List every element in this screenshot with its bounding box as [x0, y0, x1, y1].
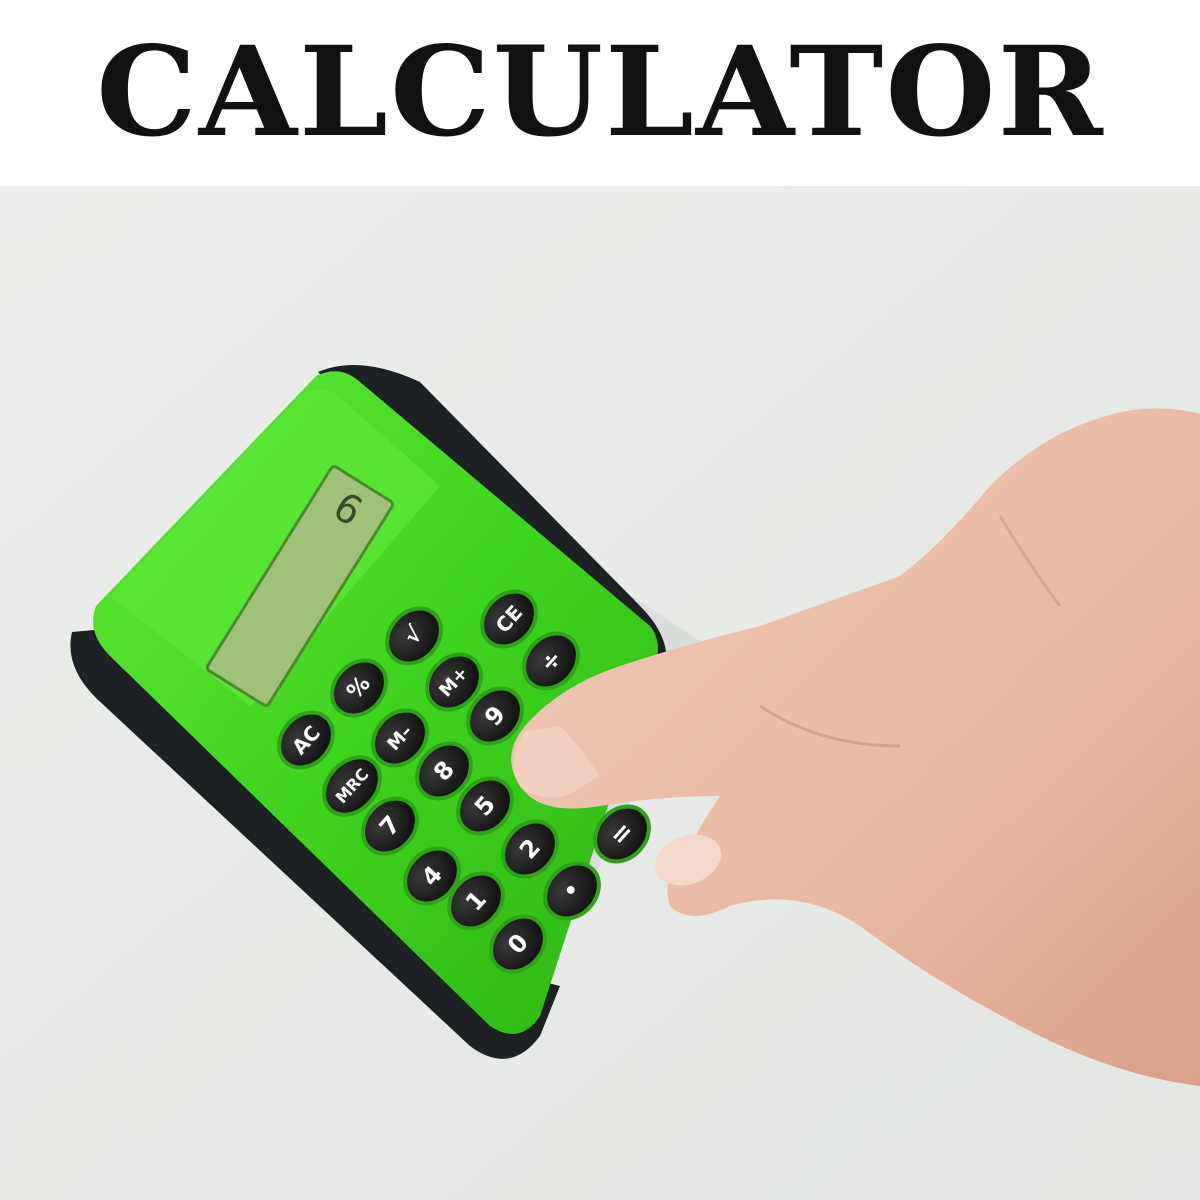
poster: CALCULATOR 6 CE √ ÷ % M+ 9 AC M– MRC 8 5… — [0, 0, 1200, 1200]
calculator-photo: 6 CE √ ÷ % M+ 9 AC M– MRC 8 5 7 2 = 4 1 … — [0, 186, 1200, 1200]
page-title: CALCULATOR — [95, 20, 1105, 165]
title-band: CALCULATOR — [0, 0, 1200, 186]
photo-scene: 6 CE √ ÷ % M+ 9 AC M– MRC 8 5 7 2 = 4 1 … — [0, 186, 1200, 1200]
